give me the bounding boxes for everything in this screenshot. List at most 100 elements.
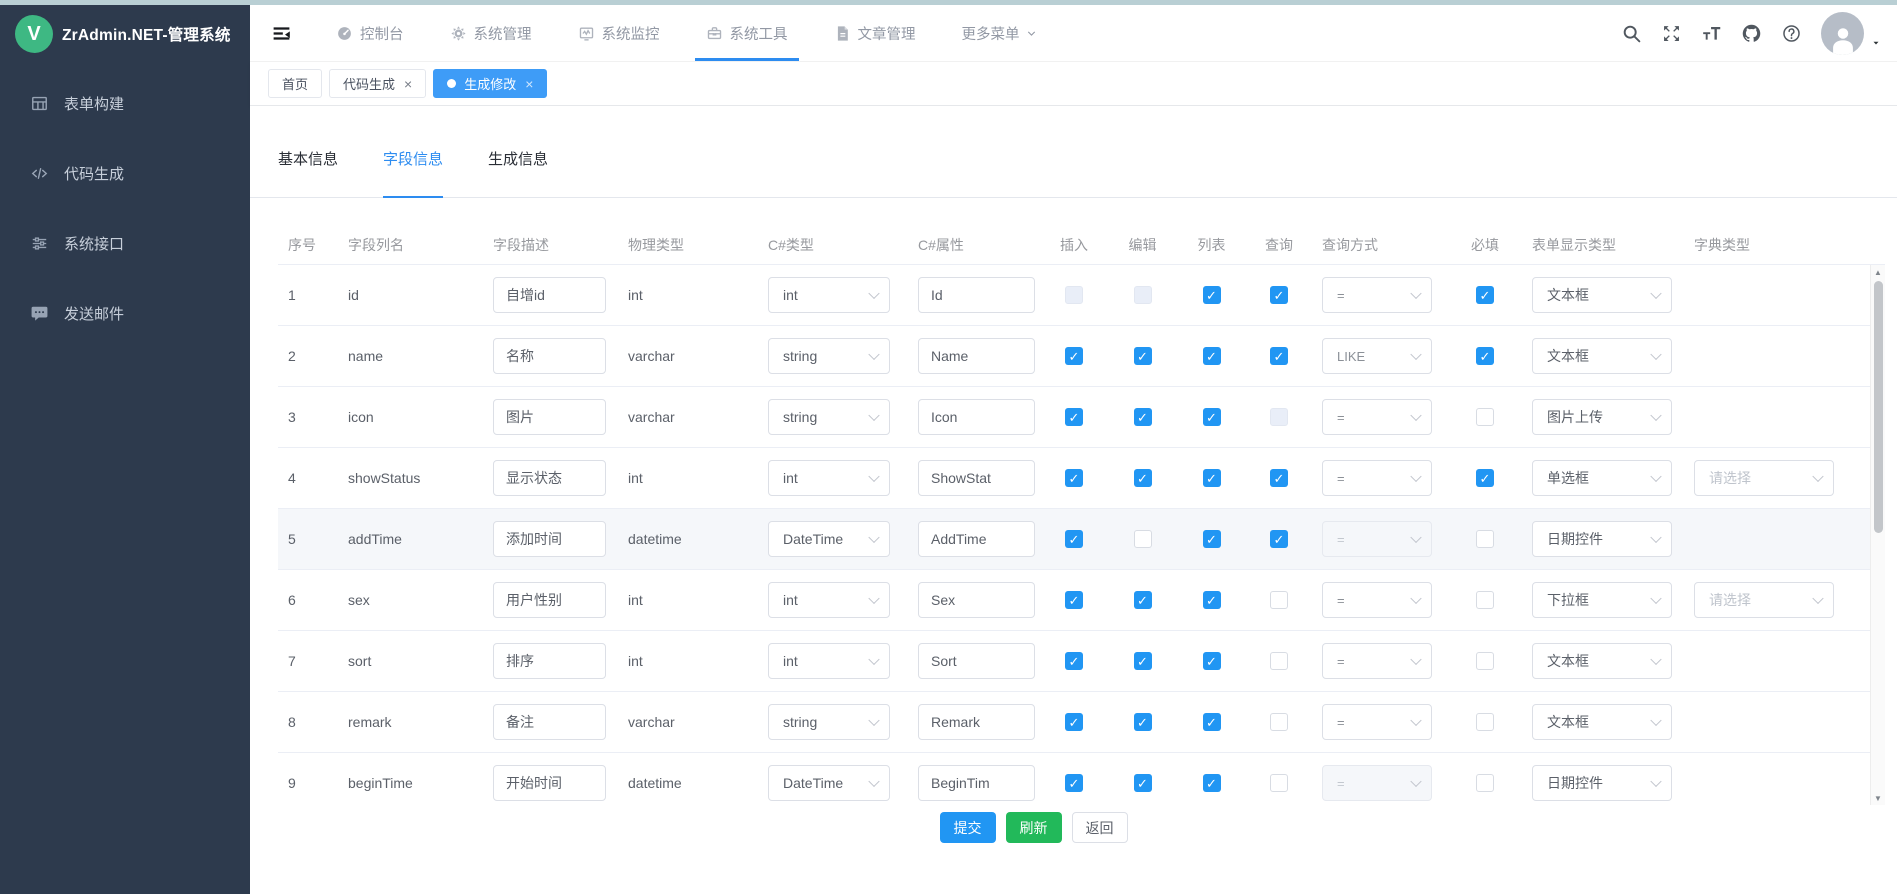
cs-type-select[interactable]: DateTime	[768, 521, 890, 557]
back-button[interactable]: 返回	[1072, 812, 1128, 843]
display-type-select[interactable]: 文本框	[1532, 277, 1672, 313]
query-type-select[interactable]: =	[1322, 704, 1432, 740]
required-checkbox[interactable]: ✓	[1476, 469, 1494, 487]
sidebar-item-form-build[interactable]: 表单构建	[0, 75, 250, 131]
font-size-icon[interactable]	[1701, 23, 1722, 44]
edit-checkbox[interactable]: ✓	[1134, 591, 1152, 609]
description-input[interactable]	[493, 521, 606, 557]
insert-checkbox[interactable]: ✓	[1065, 713, 1083, 731]
menu-console[interactable]: 控制台	[313, 5, 427, 61]
query-type-select[interactable]: =	[1322, 277, 1432, 313]
list-checkbox[interactable]: ✓	[1203, 652, 1221, 670]
edit-checkbox[interactable]: ✓	[1134, 652, 1152, 670]
query-checkbox[interactable]: ✓	[1270, 286, 1288, 304]
required-checkbox[interactable]	[1476, 530, 1494, 548]
tab-1[interactable]: 字段信息	[383, 148, 443, 198]
description-input[interactable]	[493, 399, 606, 435]
help-icon[interactable]	[1781, 23, 1802, 44]
submit-button[interactable]: 提交	[940, 812, 996, 843]
insert-checkbox[interactable]: ✓	[1065, 652, 1083, 670]
table-scrollbar[interactable]: ▲ ▼	[1870, 265, 1885, 805]
tag-0[interactable]: 首页	[268, 69, 322, 98]
cs-type-select[interactable]: int	[768, 643, 890, 679]
edit-checkbox[interactable]: ✓	[1134, 469, 1152, 487]
cs-property-input[interactable]	[918, 765, 1035, 801]
cs-property-input[interactable]	[918, 399, 1035, 435]
description-input[interactable]	[493, 704, 606, 740]
cs-type-select[interactable]: string	[768, 399, 890, 435]
edit-checkbox[interactable]: ✓	[1134, 347, 1152, 365]
tag-1[interactable]: 代码生成×	[329, 69, 426, 98]
list-checkbox[interactable]: ✓	[1203, 713, 1221, 731]
user-avatar[interactable]	[1821, 12, 1864, 55]
cs-type-select[interactable]: string	[768, 704, 890, 740]
tab-2[interactable]: 生成信息	[488, 148, 548, 197]
caret-down-icon[interactable]	[1871, 38, 1881, 48]
menu-more-menu[interactable]: 更多菜单	[939, 5, 1060, 61]
list-checkbox[interactable]: ✓	[1203, 408, 1221, 426]
insert-checkbox[interactable]: ✓	[1065, 530, 1083, 548]
list-checkbox[interactable]: ✓	[1203, 774, 1221, 792]
required-checkbox[interactable]	[1476, 591, 1494, 609]
edit-checkbox[interactable]: ✓	[1134, 774, 1152, 792]
description-input[interactable]	[493, 460, 606, 496]
list-checkbox[interactable]: ✓	[1203, 286, 1221, 304]
query-checkbox[interactable]	[1270, 591, 1288, 609]
display-type-select[interactable]: 日期控件	[1532, 765, 1672, 801]
required-checkbox[interactable]	[1476, 774, 1494, 792]
refresh-button[interactable]: 刷新	[1006, 812, 1062, 843]
menu-system-manage[interactable]: 系统管理	[427, 5, 555, 61]
app-logo[interactable]: V ZrAdmin.NET-管理系统	[0, 5, 250, 63]
edit-checkbox[interactable]: ✓	[1134, 713, 1152, 731]
display-type-select[interactable]: 文本框	[1532, 704, 1672, 740]
display-type-select[interactable]: 图片上传	[1532, 399, 1672, 435]
menu-system-tools[interactable]: 系统工具	[683, 5, 811, 61]
close-icon[interactable]: ×	[525, 77, 533, 91]
fullscreen-icon[interactable]	[1661, 23, 1682, 44]
list-checkbox[interactable]: ✓	[1203, 591, 1221, 609]
description-input[interactable]	[493, 338, 606, 374]
scrollbar-thumb[interactable]	[1874, 281, 1883, 533]
cs-type-select[interactable]: int	[768, 277, 890, 313]
cs-property-input[interactable]	[918, 643, 1035, 679]
list-checkbox[interactable]: ✓	[1203, 347, 1221, 365]
cs-property-input[interactable]	[918, 277, 1035, 313]
list-checkbox[interactable]: ✓	[1203, 469, 1221, 487]
cs-property-input[interactable]	[918, 582, 1035, 618]
query-type-select[interactable]: =	[1322, 643, 1432, 679]
sidebar-item-system-interface[interactable]: 系统接口	[0, 215, 250, 271]
search-icon[interactable]	[1621, 23, 1642, 44]
cs-property-input[interactable]	[918, 521, 1035, 557]
description-input[interactable]	[493, 643, 606, 679]
required-checkbox[interactable]: ✓	[1476, 347, 1494, 365]
cs-type-select[interactable]: int	[768, 582, 890, 618]
query-type-select[interactable]: =	[1322, 399, 1432, 435]
required-checkbox[interactable]	[1476, 652, 1494, 670]
scroll-down-icon[interactable]: ▼	[1871, 791, 1885, 805]
edit-checkbox[interactable]	[1134, 530, 1152, 548]
insert-checkbox[interactable]: ✓	[1065, 469, 1083, 487]
description-input[interactable]	[493, 765, 606, 801]
display-type-select[interactable]: 单选框	[1532, 460, 1672, 496]
cs-property-input[interactable]	[918, 338, 1035, 374]
required-checkbox[interactable]	[1476, 713, 1494, 731]
sidebar-item-code-generation[interactable]: 代码生成	[0, 145, 250, 201]
description-input[interactable]	[493, 277, 606, 313]
insert-checkbox[interactable]: ✓	[1065, 774, 1083, 792]
required-checkbox[interactable]: ✓	[1476, 286, 1494, 304]
cs-type-select[interactable]: string	[768, 338, 890, 374]
query-type-select[interactable]: =	[1322, 460, 1432, 496]
cs-property-input[interactable]	[918, 460, 1035, 496]
query-checkbox[interactable]: ✓	[1270, 347, 1288, 365]
insert-checkbox[interactable]: ✓	[1065, 347, 1083, 365]
edit-checkbox[interactable]: ✓	[1134, 408, 1152, 426]
query-checkbox[interactable]	[1270, 713, 1288, 731]
dict-type-select[interactable]: 请选择	[1694, 460, 1834, 496]
query-checkbox[interactable]	[1270, 774, 1288, 792]
insert-checkbox[interactable]: ✓	[1065, 591, 1083, 609]
query-checkbox[interactable]: ✓	[1270, 469, 1288, 487]
cs-property-input[interactable]	[918, 704, 1035, 740]
cs-type-select[interactable]: int	[768, 460, 890, 496]
display-type-select[interactable]: 下拉框	[1532, 582, 1672, 618]
description-input[interactable]	[493, 582, 606, 618]
